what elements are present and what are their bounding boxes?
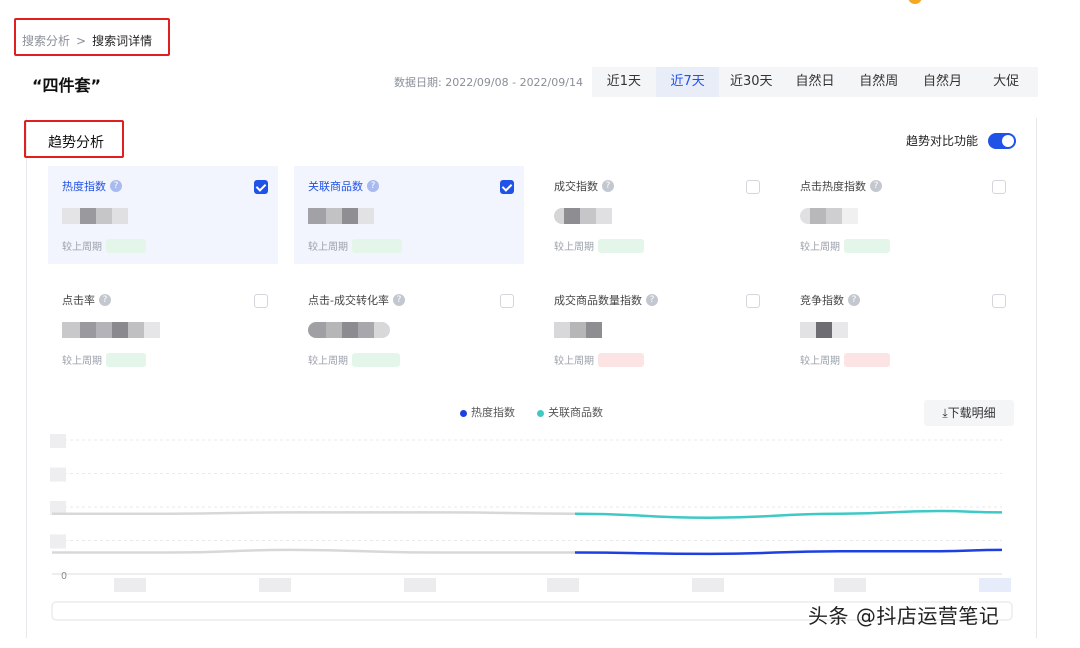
compare-toggle[interactable] <box>988 133 1016 149</box>
tab-natural-week[interactable]: 自然周 <box>847 67 911 97</box>
x-tick-label-blurred <box>692 578 724 592</box>
compare-label: 较上周期 <box>554 356 594 367</box>
series-line-heat-current <box>574 548 1003 556</box>
download-label: 下载明细 <box>947 406 996 420</box>
tab-natural-day[interactable]: 自然日 <box>783 67 847 97</box>
compare-label: 较上周期 <box>800 242 840 253</box>
legend-label: 热度指数 <box>471 406 515 419</box>
metric-checkbox[interactable] <box>746 180 760 194</box>
compare-label: 较上周期 <box>308 242 348 253</box>
metric-card-heat[interactable]: 热度指数? 较上周期 <box>48 166 278 264</box>
metric-checkbox[interactable] <box>254 180 268 194</box>
watermark: 头条 @抖店运营笔记 <box>808 604 1000 628</box>
x-tick-label-blurred <box>834 578 866 592</box>
annotation-box-section <box>24 120 124 158</box>
metric-name: 点击热度指数 <box>800 180 866 193</box>
panel-border-left <box>26 118 27 638</box>
help-icon[interactable]: ? <box>367 180 379 192</box>
metric-name: 成交商品数量指数 <box>554 294 642 307</box>
compare-value-blurred <box>352 352 400 367</box>
metric-checkbox[interactable] <box>992 294 1006 308</box>
compare-label: 较上周期 <box>62 356 102 367</box>
chart-legend: 热度指数 关联商品数 <box>460 404 603 420</box>
metric-value-blurred <box>308 208 510 224</box>
metric-name: 关联商品数 <box>308 180 363 193</box>
help-icon[interactable]: ? <box>870 180 882 192</box>
metric-name: 竞争指数 <box>800 294 844 307</box>
metric-checkbox[interactable] <box>500 180 514 194</box>
page: 搜索分析 > 搜索词详情 “四件套” 数据日期: 2022/09/08 - 20… <box>0 0 1080 648</box>
x-tick-label-blurred <box>114 578 146 592</box>
tab-natural-month[interactable]: 自然月 <box>911 67 975 97</box>
compare-toggle-label: 趋势对比功能 <box>906 134 979 148</box>
date-range: 数据日期: 2022/09/08 - 2022/09/14 <box>394 76 583 89</box>
series-line-related-previous <box>52 511 576 515</box>
metric-value-blurred <box>308 322 510 338</box>
compare-value-blurred <box>106 238 146 253</box>
compare-value-blurred <box>106 352 146 367</box>
legend-label: 关联商品数 <box>548 406 603 419</box>
help-icon[interactable]: ? <box>848 294 860 306</box>
x-tick-label-blurred <box>547 578 579 592</box>
notification-dot-icon <box>908 0 922 4</box>
tab-promotion[interactable]: 大促 <box>974 67 1038 97</box>
metric-value-blurred <box>554 208 756 224</box>
compare-label: 较上周期 <box>800 356 840 367</box>
metric-checkbox[interactable] <box>992 180 1006 194</box>
help-icon[interactable]: ? <box>602 180 614 192</box>
metric-value-blurred <box>800 208 1002 224</box>
metric-checkbox[interactable] <box>746 294 760 308</box>
y-tick-label-blurred <box>50 434 66 448</box>
legend-item-related[interactable]: 关联商品数 <box>537 404 603 420</box>
metric-card-deal[interactable]: 成交指数? 较上周期 <box>540 166 770 264</box>
metric-value-blurred <box>554 322 756 338</box>
legend-dot-icon <box>537 409 544 417</box>
metric-name: 点击率 <box>62 294 95 307</box>
metric-value-blurred <box>62 208 264 224</box>
tab-7d[interactable]: 近7天 <box>655 67 720 97</box>
compare-value-blurred <box>844 238 890 253</box>
help-icon[interactable]: ? <box>110 180 122 192</box>
y-tick-label-blurred <box>50 534 66 549</box>
tab-30d[interactable]: 近30天 <box>719 67 783 97</box>
compare-label: 较上周期 <box>62 242 102 253</box>
metric-checkbox[interactable] <box>500 294 514 308</box>
keyword-title: “四件套” <box>32 76 102 95</box>
metric-name: 点击-成交转化率 <box>308 294 389 307</box>
compare-label: 较上周期 <box>308 356 348 367</box>
panel-border-right <box>1036 118 1037 638</box>
x-tick-label-blurred <box>404 578 436 592</box>
metric-value-blurred <box>800 322 1002 338</box>
series-line-related-current <box>574 509 1003 519</box>
series-line-heat-previous <box>51 548 575 554</box>
annotation-box-breadcrumb <box>14 18 170 56</box>
compare-value-blurred <box>844 352 890 367</box>
metric-name: 成交指数 <box>554 180 598 193</box>
y-tick-label-blurred <box>50 467 66 482</box>
x-tick-label-blurred <box>259 578 291 592</box>
download-detail-button[interactable]: ⤓下载明细 <box>924 400 1014 426</box>
compare-value-blurred <box>598 238 644 253</box>
y-axis-zero-label: 0 <box>61 571 67 582</box>
metric-checkbox[interactable] <box>254 294 268 308</box>
help-icon[interactable]: ? <box>646 294 658 306</box>
metric-card-related-products[interactable]: 关联商品数? 较上周期 <box>294 166 524 264</box>
metric-value-blurred <box>62 322 264 338</box>
tab-1d[interactable]: 近1天 <box>592 67 656 97</box>
metric-card-competition[interactable]: 竞争指数? 较上周期 <box>786 280 1016 378</box>
help-icon[interactable]: ? <box>392 294 405 306</box>
compare-value-blurred <box>598 352 644 367</box>
metric-name: 热度指数 <box>62 180 106 193</box>
help-icon[interactable]: ? <box>99 294 111 306</box>
legend-dot-icon <box>460 409 467 417</box>
x-tick-label-blurred <box>979 578 1011 592</box>
legend-item-heat[interactable]: 热度指数 <box>460 404 515 420</box>
metric-card-click-heat[interactable]: 点击热度指数? 较上周期 <box>786 166 1016 264</box>
compare-value-blurred <box>352 238 402 253</box>
compare-label: 较上周期 <box>554 242 594 253</box>
metric-card-deal-product-qty[interactable]: 成交商品数量指数? 较上周期 <box>540 280 770 378</box>
metric-card-click-deal-rate[interactable]: 点击-成交转化率? 较上周期 <box>294 280 524 378</box>
metric-card-ctr[interactable]: 点击率? 较上周期 <box>48 280 278 378</box>
date-tabs: 近1天 近7天 近30天 自然日 自然周 自然月 大促 <box>592 67 1038 97</box>
